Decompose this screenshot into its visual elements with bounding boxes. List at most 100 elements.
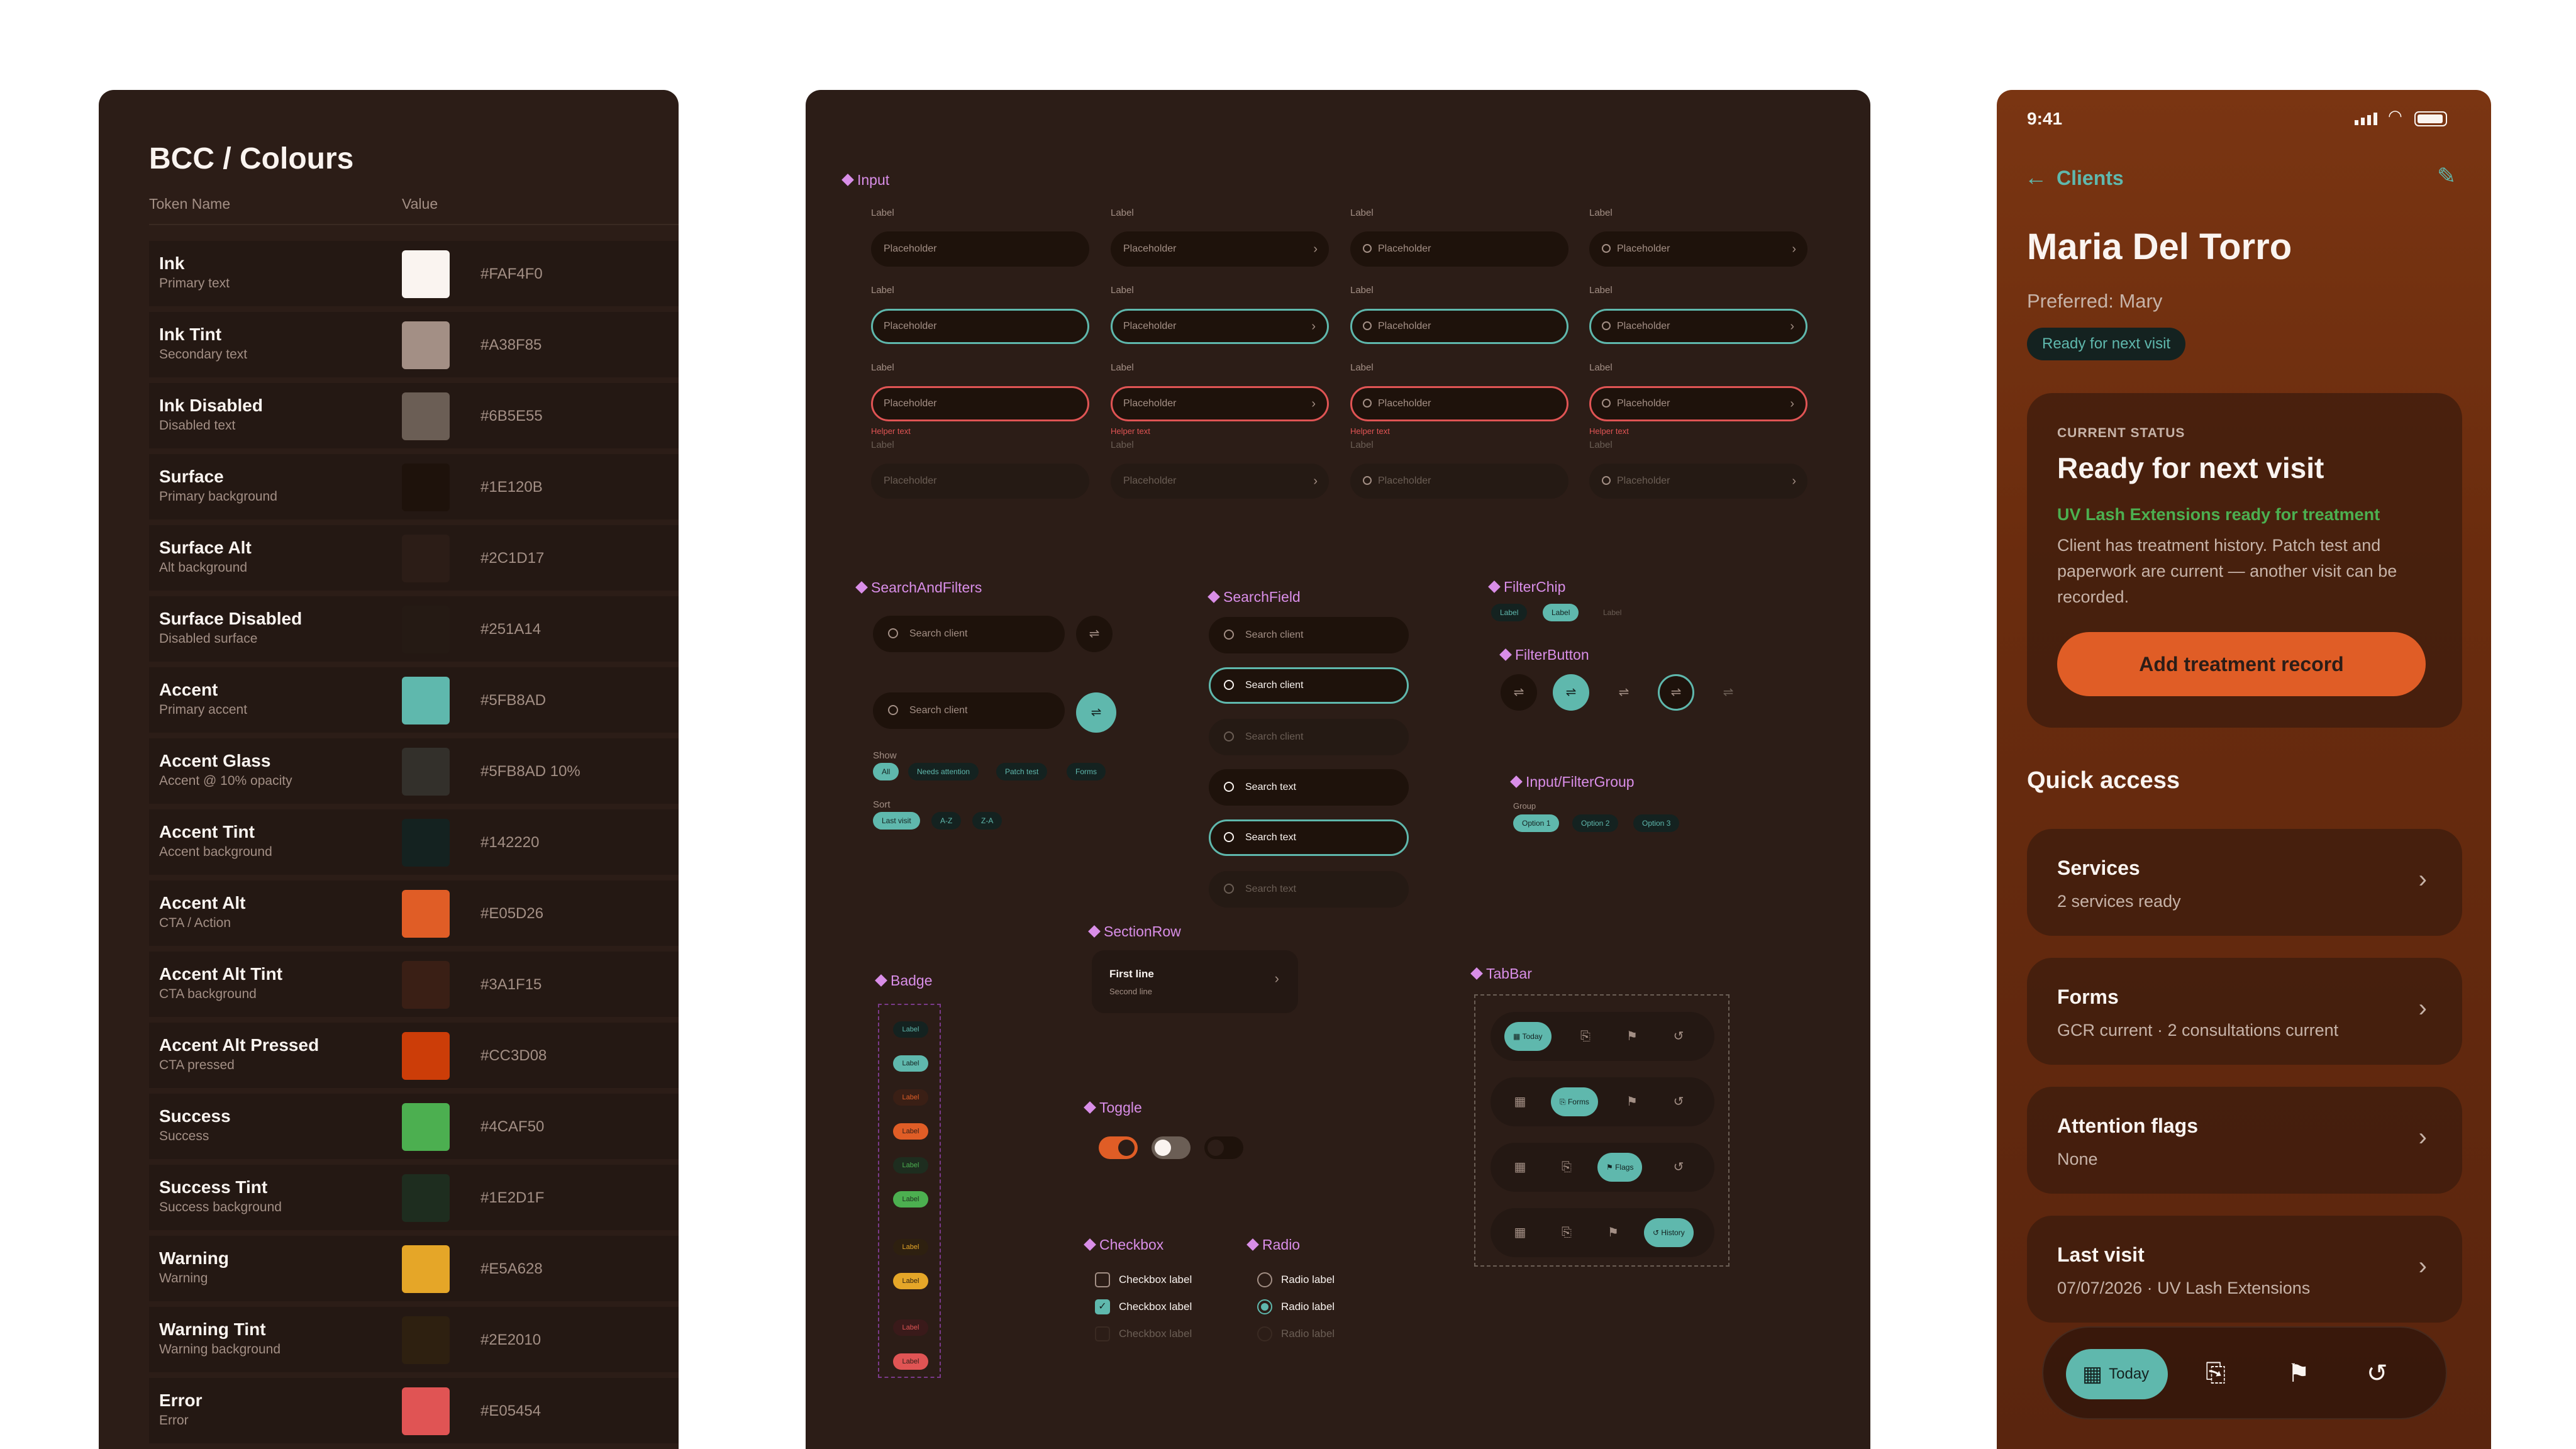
history-icon[interactable]: ↺	[1669, 1027, 1688, 1046]
forms-icon[interactable]: ⎘	[2206, 1359, 2226, 1387]
tab-today-selected[interactable]: ▦ Today	[2066, 1349, 2168, 1399]
quick-access-item[interactable]: Services 2 services ready ›	[2027, 829, 2462, 936]
forms-icon[interactable]: ⎘	[1576, 1027, 1595, 1046]
calendar-icon[interactable]: ▦	[1511, 1158, 1530, 1177]
quick-access-item[interactable]: Attention flags None ›	[2027, 1087, 2462, 1194]
tab-selected[interactable]: ⎘ Forms	[1551, 1087, 1598, 1116]
token-row: Accent Primary accent #5FB8AD	[149, 667, 679, 733]
add-treatment-record-button[interactable]: Add treatment record	[2057, 632, 2426, 696]
history-icon[interactable]: ↺	[2367, 1359, 2388, 1388]
filter-chip[interactable]: Option 1	[1513, 814, 1560, 832]
section-row[interactable]: First line Second line ›	[1092, 950, 1298, 1013]
filter-chip[interactable]: Option 3	[1633, 814, 1680, 832]
filter-button-default[interactable]: ⇌	[1501, 674, 1537, 711]
calendar-icon[interactable]: ▦	[1511, 1092, 1530, 1111]
quick-access-title: Services	[2057, 857, 2140, 879]
checkbox-unchecked[interactable]	[1095, 1272, 1110, 1287]
token-name: Surface Disabled	[159, 609, 303, 628]
checkbox-disabled	[1095, 1326, 1110, 1341]
text-input[interactable]: Placeholder ›	[1589, 309, 1807, 344]
token-name: Ink Disabled	[159, 396, 263, 415]
filter-button[interactable]: ⇌	[1076, 616, 1113, 652]
filter-chip[interactable]: A-Z	[931, 812, 962, 830]
forms-icon[interactable]: ⎘	[1557, 1223, 1576, 1242]
radio-selected[interactable]	[1257, 1299, 1272, 1314]
sliders-icon: ⇌	[1670, 686, 1682, 699]
search-client-input[interactable]: Search client	[873, 616, 1065, 652]
text-input[interactable]: Placeholder	[871, 386, 1089, 421]
text-input[interactable]: Placeholder ›	[1589, 386, 1807, 421]
text-input[interactable]: Placeholder	[1350, 231, 1568, 267]
flag-icon[interactable]: ⚑	[1623, 1027, 1641, 1046]
back-to-clients-link[interactable]: Clients	[2057, 167, 2124, 190]
input-label: Label	[1350, 285, 1374, 296]
text-input[interactable]: Placeholder ›	[1111, 231, 1329, 267]
status-heading: Ready for next visit	[2057, 452, 2324, 484]
badge: Label	[893, 1123, 928, 1140]
text-input[interactable]: Placeholder	[871, 309, 1089, 344]
filter-button-active[interactable]: ⇌	[1553, 674, 1589, 711]
chevron-right-icon: ›	[2418, 994, 2427, 1022]
filter-chip[interactable]: Z-A	[972, 812, 1002, 830]
sliders-icon: ⇌	[1618, 686, 1629, 699]
text-input[interactable]: Placeholder ›	[1111, 386, 1329, 421]
filter-chip-default[interactable]: Label	[1491, 604, 1528, 621]
token-name: Warning	[159, 1248, 229, 1268]
text-input[interactable]: Placeholder	[1350, 309, 1568, 344]
tab-selected[interactable]: ⚑ Flags	[1597, 1153, 1643, 1182]
filter-chip[interactable]: Needs attention	[908, 763, 979, 780]
text-input: Placeholder	[871, 464, 1089, 499]
text-input[interactable]: Placeholder ›	[1589, 231, 1807, 267]
filter-chip-selected[interactable]: Label	[1543, 604, 1579, 621]
color-swatch	[402, 1032, 450, 1080]
flag-icon[interactable]: ⚑	[1623, 1092, 1641, 1111]
search-field-filled-focused[interactable]: Search text	[1209, 819, 1409, 856]
token-value: #E05D26	[480, 905, 544, 922]
text-input[interactable]: Placeholder	[871, 231, 1089, 267]
filter-button-focused[interactable]: ⇌	[1658, 674, 1694, 711]
quick-access-subtitle: None	[2057, 1150, 2098, 1169]
tab-selected[interactable]: ↺ History	[1644, 1218, 1694, 1247]
filter-button-active[interactable]: ⇌	[1076, 692, 1116, 733]
flag-icon[interactable]: ⚑	[2287, 1359, 2310, 1388]
filter-chip[interactable]: Option 2	[1572, 814, 1619, 832]
search-icon	[1363, 399, 1372, 408]
component-diamond-icon	[1510, 775, 1523, 788]
history-icon[interactable]: ↺	[1669, 1158, 1688, 1177]
input-label: Label	[871, 285, 894, 296]
search-field-filled[interactable]: Search text	[1209, 769, 1409, 806]
filter-chip[interactable]: Patch test	[996, 763, 1048, 780]
token-description: Primary accent	[159, 702, 248, 717]
filter-button-disabled: ⇌	[1710, 674, 1746, 711]
calendar-icon[interactable]: ▦	[1511, 1223, 1530, 1242]
badge: Label	[893, 1319, 928, 1336]
search-client-input-active[interactable]: Search client	[873, 692, 1065, 729]
tab-selected[interactable]: ▦ Today	[1504, 1022, 1552, 1051]
token-value: #5FB8AD 10%	[480, 763, 580, 780]
text-input[interactable]: Placeholder	[1350, 386, 1568, 421]
forms-icon[interactable]: ⎘	[1557, 1158, 1576, 1177]
component-diamond-icon	[1246, 1238, 1259, 1251]
quick-access-item[interactable]: Last visit 07/07/2026 · UV Lash Extension…	[2027, 1216, 2462, 1323]
color-swatch	[402, 535, 450, 582]
toggle-off[interactable]	[1152, 1136, 1191, 1159]
token-row: Accent Tint Accent background #142220	[149, 809, 679, 875]
text-input[interactable]: Placeholder ›	[1111, 309, 1329, 344]
back-arrow-icon[interactable]: ←	[2024, 164, 2047, 191]
color-swatch	[402, 606, 450, 653]
token-description: Warning	[159, 1271, 208, 1285]
filter-button-ghost[interactable]: ⇌	[1606, 674, 1642, 711]
filter-chip[interactable]: Last visit	[873, 812, 920, 830]
toggle-on[interactable]	[1099, 1136, 1138, 1159]
history-icon[interactable]: ↺	[1669, 1092, 1688, 1111]
token-name: Error	[159, 1391, 203, 1410]
flag-icon[interactable]: ⚑	[1604, 1223, 1623, 1242]
radio-unselected[interactable]	[1257, 1272, 1272, 1287]
edit-icon[interactable]: ✎	[2437, 163, 2456, 189]
quick-access-item[interactable]: Forms GCR current · 2 consultations curre…	[2027, 958, 2462, 1065]
filter-chip[interactable]: All	[873, 763, 899, 780]
checkbox-checked[interactable]: ✓	[1095, 1299, 1110, 1314]
search-field-default[interactable]: Search client	[1209, 617, 1409, 653]
search-field-focused[interactable]: Search client	[1209, 667, 1409, 704]
filter-chip[interactable]: Forms	[1067, 763, 1106, 780]
